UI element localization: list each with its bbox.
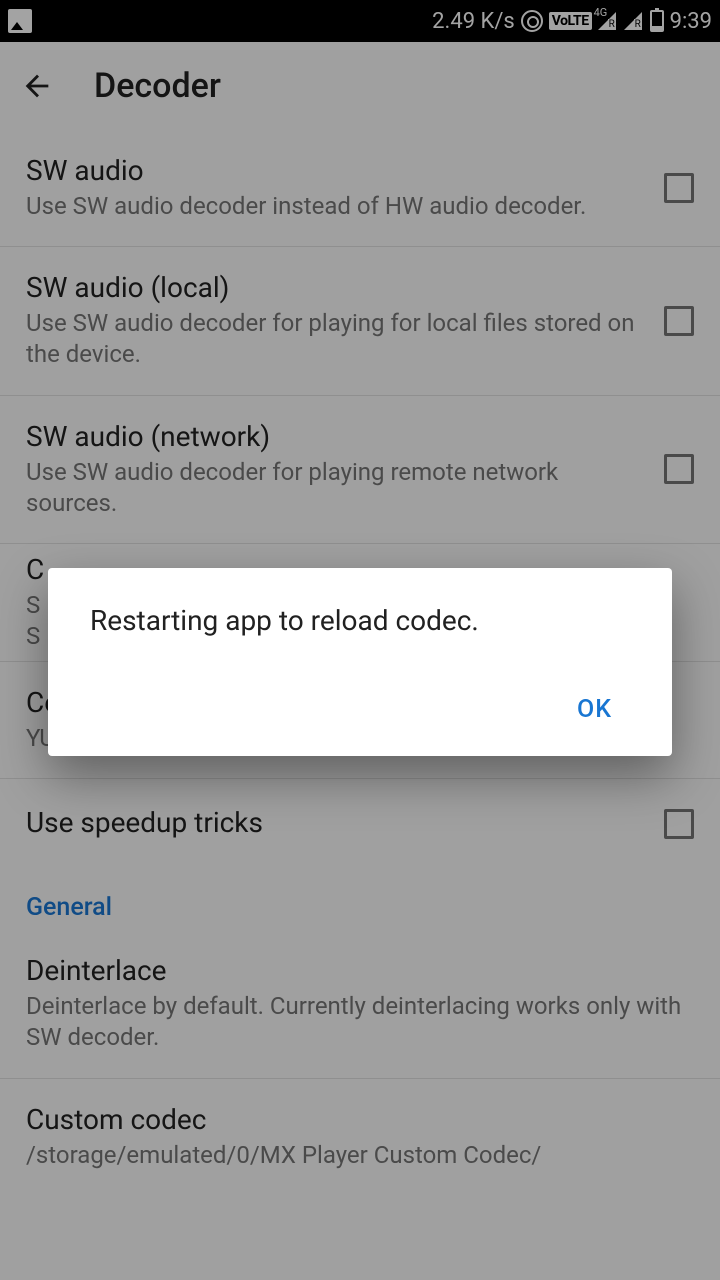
dialog: Restarting app to reload codec. OK [48,568,672,756]
dialog-message: Restarting app to reload codec. [90,604,630,637]
ok-button[interactable]: OK [559,685,630,734]
